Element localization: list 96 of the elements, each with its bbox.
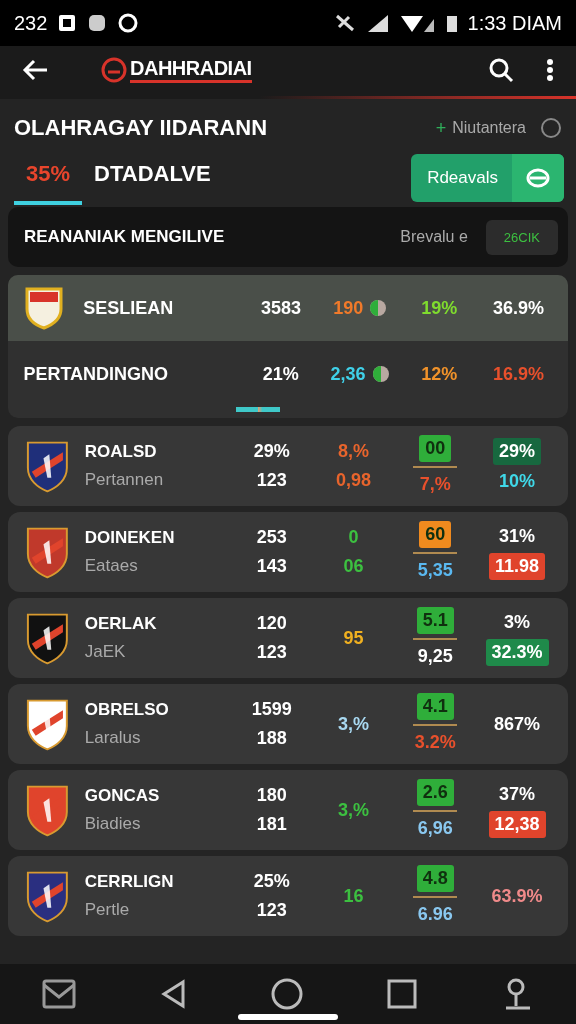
stat-value: 95: [342, 626, 365, 650]
stat-value: 2.6: [416, 779, 454, 806]
team-name: OERLAK: [84, 614, 158, 634]
stat-value: 867%: [493, 712, 542, 736]
team-card[interactable]: CERRLIGN Pertle 25% 123 16 4.8 6.96 63.9%: [8, 856, 568, 936]
stat-value: 0,98: [334, 469, 372, 492]
summary-row[interactable]: SESLIEAN 3583 190 19% 36.9%: [8, 275, 568, 341]
stat-value: 12%: [421, 363, 458, 385]
stat-value: 00: [419, 435, 452, 462]
stat-value: 31%: [498, 525, 537, 548]
stat-value: 10%: [498, 470, 537, 493]
stat-value: 8,%: [336, 440, 370, 463]
stat-value: 29%: [493, 438, 542, 465]
search-icon: [488, 57, 514, 83]
stat-value: 123: [255, 469, 288, 492]
stat-value: 5.1: [416, 607, 454, 634]
stat-value: 0: [347, 526, 360, 549]
image-icon: [57, 13, 78, 33]
stat-value: 2,36: [330, 363, 366, 385]
team-card[interactable]: DOINEKEN Eataes 253 143 0 06 60 5,35 31% 11.98: [8, 512, 568, 592]
stat-value: 3.2%: [413, 731, 457, 754]
stat-value: 3%: [503, 611, 532, 634]
summary-name: PERTANDINGNO: [23, 363, 170, 385]
plus-icon: +: [435, 117, 447, 139]
team-card[interactable]: OERLAK JaEK 120 123 95 5.1 9,25 3% 32.3%: [8, 598, 568, 678]
wifi-icon: [399, 13, 436, 33]
stat-value: 3,%: [336, 712, 370, 736]
info-link[interactable]: Niutantera: [446, 118, 532, 138]
stat-value: 16: [342, 884, 365, 908]
stat-value: 181: [255, 813, 288, 836]
team-subtitle: Eataes: [84, 556, 139, 576]
page-title: OLAHRAGAY IIDARANN: [14, 115, 269, 141]
stat-value: 3583: [261, 297, 302, 319]
stat-value: 6,96: [416, 817, 454, 840]
stat-value: 60: [419, 521, 452, 548]
stat-value: 123: [255, 641, 288, 664]
status-time: 232: [14, 11, 48, 35]
team-card[interactable]: GONCAS Biadies 180 181 3,% 2.6 6,96 37% 12,38: [8, 770, 568, 850]
stat-value: 5,35: [416, 559, 454, 582]
stat-value: 19%: [421, 297, 458, 319]
summary-row[interactable]: PERTANDINGNO 21% 2,36 12% 16.9%: [8, 341, 568, 407]
stat-value: 06: [342, 555, 365, 578]
team-subtitle: Pertannen: [84, 470, 165, 490]
team-card[interactable]: OBRELSO Laralus 1599 188 3,% 4.1 3.2% 867%: [8, 684, 568, 764]
stat-value: 25%: [252, 870, 291, 893]
stat-value: 36.9%: [492, 297, 544, 319]
back-icon: [160, 979, 187, 1009]
stat-value: 11.98: [489, 553, 546, 580]
stat-value: 190: [333, 297, 364, 319]
tab[interactable]: DTADALVE: [82, 151, 223, 205]
team-subtitle: JaEK: [84, 642, 127, 662]
team-name: GONCAS: [84, 786, 161, 806]
stat-value: 6.96: [416, 903, 454, 926]
stat-value: 1599: [250, 698, 293, 721]
battery-icon: [445, 13, 458, 33]
stat-value: 9,25: [416, 645, 454, 668]
app-icon: [87, 13, 108, 33]
stat-value: 180: [255, 784, 288, 807]
stat-value: 120: [255, 612, 288, 635]
stat-value: 37%: [498, 783, 537, 806]
section-title: REANANIAK MENGILIVE: [24, 227, 226, 247]
more-icon: [546, 58, 554, 82]
team-subtitle: Pertle: [84, 900, 131, 920]
stat-value: 3,%: [336, 798, 370, 822]
stat-value: 123: [255, 899, 288, 922]
team-name: DOINEKEN: [84, 528, 176, 548]
status-time: 1:33 DIAM: [467, 11, 562, 35]
mute-icon: [333, 13, 356, 33]
summary-name: SESLIEAN: [83, 297, 175, 319]
mail-icon: [42, 979, 77, 1009]
home-icon: [270, 978, 303, 1010]
stat-value: 4.8: [416, 865, 454, 892]
app-title: DAHHRADIAI: [130, 57, 252, 83]
team-card[interactable]: ROALSD Pertannen 29% 123 8,% 0,98 00 7,% 29% 10%: [8, 426, 568, 506]
team-name: CERRLIGN: [84, 872, 175, 892]
stat-value: 16.9%: [492, 363, 544, 385]
stat-value: 12,38: [488, 811, 546, 838]
stat-value: 143: [255, 555, 288, 578]
team-name: OBRELSO: [84, 700, 170, 720]
page-indicator: [236, 407, 280, 412]
team-subtitle: Laralus: [84, 728, 142, 748]
back-arrow-icon: [22, 58, 50, 82]
stat-value: 29%: [252, 440, 291, 463]
stat-value: 253: [255, 526, 288, 549]
section-label: Brevalu e: [400, 228, 468, 246]
recents-icon: [387, 979, 418, 1009]
stat-value: 63.9%: [490, 884, 544, 908]
stat-value: 7,%: [418, 473, 452, 496]
stat-value: 21%: [262, 363, 299, 385]
stat-value: 188: [255, 727, 288, 750]
team-subtitle: Biadies: [84, 814, 142, 834]
chip[interactable]: 26CIK: [485, 219, 558, 255]
logo-icon: [100, 56, 128, 84]
team-name: ROALSD: [84, 442, 158, 462]
stat-value: 4.1: [416, 693, 454, 720]
stat-value: 32.3%: [485, 639, 549, 666]
